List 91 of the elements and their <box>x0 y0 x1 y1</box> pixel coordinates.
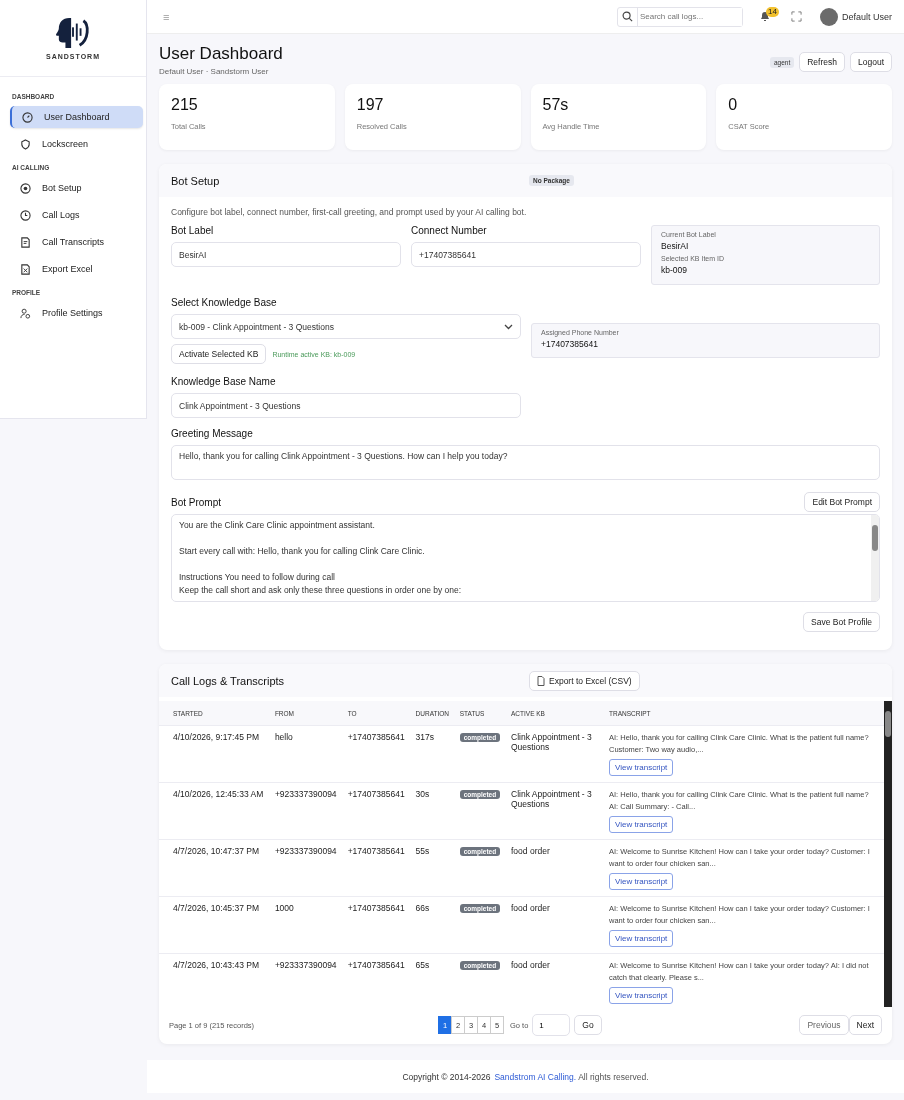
field-label: Knowledge Base Name <box>171 376 277 387</box>
copyright-text: All rights reserved. <box>578 1071 649 1082</box>
table-cell: food order <box>506 839 604 897</box>
chevron-down-icon <box>504 323 513 330</box>
export-button[interactable]: Export to Excel (CSV) <box>529 670 640 691</box>
table-cell: 1000 <box>269 896 343 954</box>
stat-value: 0 <box>728 96 739 114</box>
view-transcript-button[interactable]: View transcript <box>609 930 674 947</box>
table-cell: 55s <box>410 839 455 897</box>
view-transcript-button[interactable]: View transcript <box>609 759 674 776</box>
clock-icon <box>20 209 31 221</box>
table-cell: Clink Appointment - 3 Questions <box>506 782 604 840</box>
footer-link[interactable]: Sandstrom AI Calling. <box>494 1071 577 1082</box>
connect-number-field[interactable]: +17407385641 <box>411 242 641 267</box>
scrollbar[interactable] <box>871 515 879 601</box>
stat-value: 197 <box>356 96 385 114</box>
view-transcript-button[interactable]: View transcript <box>609 987 674 1004</box>
sidebar-item[interactable]: Call Logs <box>10 204 143 226</box>
table-cell: 65s <box>410 953 455 1007</box>
table-cell: food order <box>506 896 604 954</box>
table-cell: +923337390094 <box>269 839 343 897</box>
table-cell: 4/7/2026, 10:43:43 PM <box>159 953 270 1007</box>
avatar[interactable] <box>819 7 838 26</box>
stat-value: 57s <box>542 96 570 114</box>
greeting-field[interactable]: Hello, thank you for calling Clink Appointment - 3 Questions. How can I help you today? <box>171 445 880 480</box>
go-button[interactable]: Go <box>574 1015 602 1035</box>
search-field[interactable]: Search call logs... <box>616 6 743 27</box>
spreadsheet-icon <box>20 263 31 275</box>
view-transcript-button[interactable]: View transcript <box>609 873 674 890</box>
table-cell: hello <box>269 725 343 783</box>
file-icon <box>537 675 545 686</box>
document-icon <box>20 236 31 248</box>
goto-field[interactable]: 1 <box>532 1014 571 1036</box>
page-title: User Dashboard <box>159 44 283 64</box>
sidebar-item[interactable]: Lockscreen <box>10 133 143 155</box>
table-cell: 4/10/2026, 9:17:45 PM <box>159 725 270 783</box>
notification-count: 14 <box>765 6 779 17</box>
head-sound-wave-logo-icon <box>54 16 92 50</box>
view-transcript-button[interactable]: View transcript <box>609 816 674 833</box>
sidebar-item[interactable]: Export Excel <box>10 258 143 280</box>
prompt-text: You are the Clink Care Clinic appointment assistant. Start every call with: Hello, thank you for calling Clink Care Clinic. Instructions You need to follow during call Keep the call short and ask only these three questions in order one by one: <box>179 519 463 597</box>
save-profile-button[interactable]: Save Bot Profile <box>803 612 880 632</box>
page-subtitle: Default User · Sandstorm User <box>159 67 270 76</box>
sidebar-item[interactable]: Bot Setup <box>10 177 143 199</box>
table-cell: +17407385641 <box>342 896 411 954</box>
table-cell: +17407385641 <box>342 725 411 783</box>
copyright-text: Copyright © 2014-2026 <box>402 1071 491 1082</box>
card-title: Call Logs & Transcripts <box>171 674 286 687</box>
table-cell: 317s <box>410 725 455 783</box>
table-cell: 30s <box>410 782 455 840</box>
sidebar-item[interactable]: User Dashboard <box>10 106 143 128</box>
edit-prompt-button[interactable]: Edit Bot Prompt <box>804 492 880 512</box>
scrollbar[interactable] <box>884 701 892 1007</box>
table-cell: 4/10/2026, 12:45:33 AM <box>159 782 270 840</box>
info-value: kb-009 <box>661 265 688 275</box>
prompt-field[interactable] <box>171 514 880 602</box>
shield-icon <box>20 138 31 150</box>
field-label: Greeting Message <box>171 428 254 439</box>
knowledge-base-select[interactable]: kb-009 - Clink Appointment - 3 Questions <box>171 314 521 339</box>
info-value: BesirAI <box>661 241 690 251</box>
table-cell: +17407385641 <box>342 782 411 840</box>
sidebar-item[interactable]: Call Transcripts <box>10 231 143 253</box>
table-cell: 4/7/2026, 10:47:37 PM <box>159 839 270 897</box>
stat-value: 215 <box>171 96 199 114</box>
card-title: Bot Setup <box>171 174 221 187</box>
user-gear-icon <box>20 307 31 319</box>
sidebar-item[interactable]: Profile Settings <box>10 302 143 324</box>
table-cell: +17407385641 <box>342 839 411 897</box>
field-label: Connect Number <box>411 225 488 236</box>
table-cell: 66s <box>410 896 455 954</box>
info-value: +17407385641 <box>541 338 599 349</box>
gauge-icon <box>22 111 33 123</box>
header-button[interactable]: Refresh <box>799 52 845 72</box>
field-label: Bot Prompt <box>171 496 222 508</box>
table-cell: Clink Appointment - 3 Questions <box>506 725 604 783</box>
bot-label-field[interactable]: BesirAI <box>171 242 401 267</box>
next-button[interactable]: Next <box>848 1015 882 1035</box>
search-icon <box>621 11 633 22</box>
header-button[interactable]: Logout <box>850 52 892 72</box>
activate-kb-button[interactable]: Activate Selected KB <box>171 344 267 364</box>
table-cell: +17407385641 <box>342 953 411 1007</box>
table-cell: +923337390094 <box>269 782 343 840</box>
previous-button[interactable]: Previous <box>799 1015 849 1035</box>
table-cell: +923337390094 <box>269 953 343 1007</box>
user-name: Default User <box>841 11 892 22</box>
description: Configure bot label, connect number, first-call greeting, and prompt used by your AI calling bot. <box>171 207 528 217</box>
knowledge-base-name-field[interactable]: Clink Appointment - 3 Questions <box>171 393 521 418</box>
field-label: Select Knowledge Base <box>171 297 278 308</box>
field-label: Bot Label <box>171 225 215 236</box>
table-cell: 4/7/2026, 10:45:37 PM <box>159 896 270 954</box>
table-cell: food order <box>506 953 604 1007</box>
